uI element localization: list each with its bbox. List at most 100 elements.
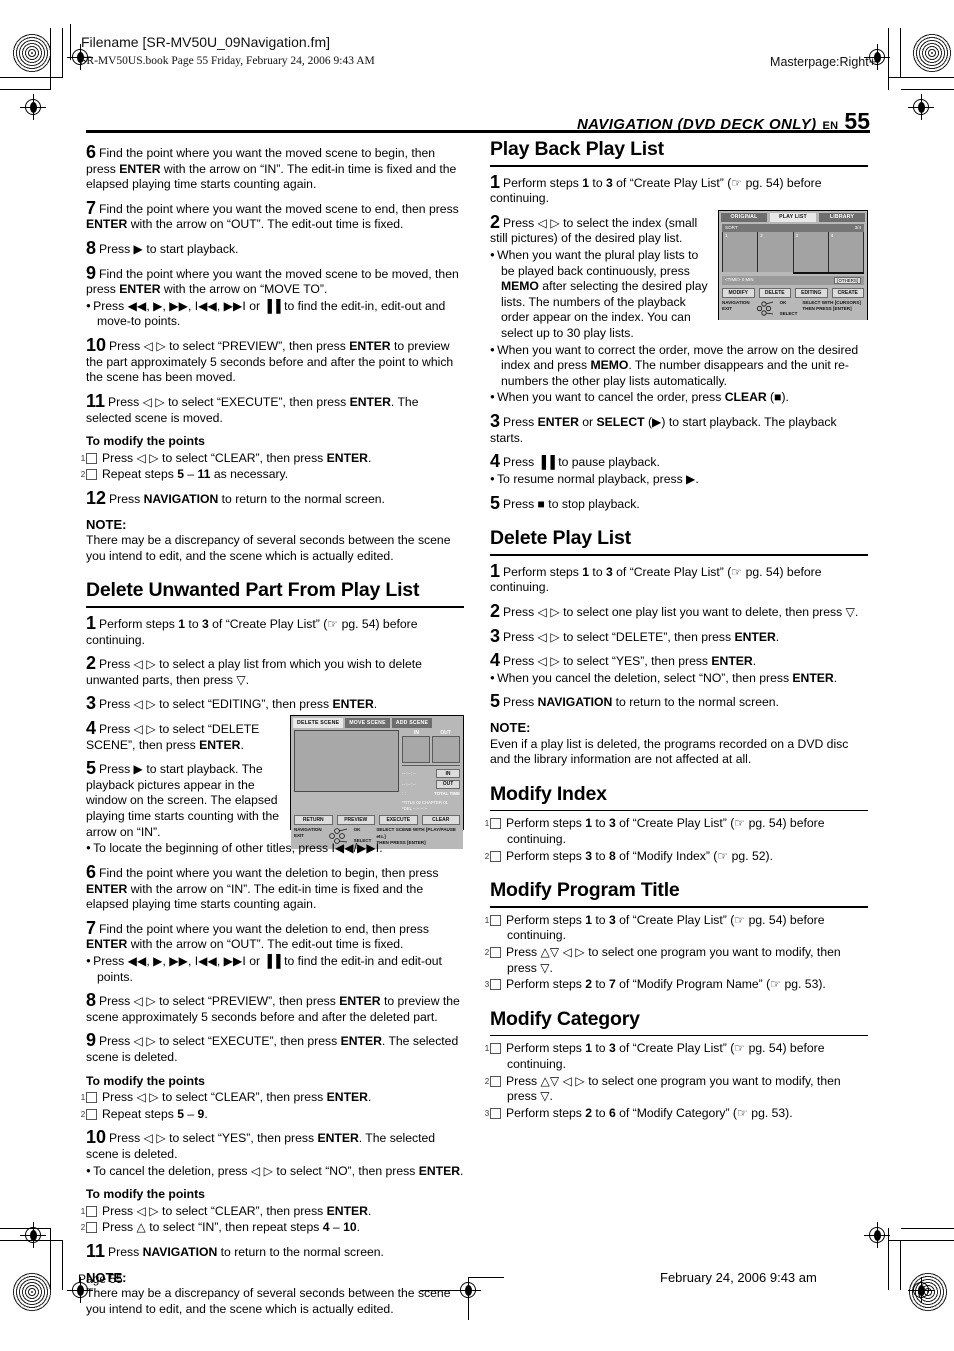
dpad-icon: [755, 300, 779, 318]
note-heading: NOTE:: [86, 1269, 127, 1285]
section-rule: [490, 1034, 868, 1037]
crop-line: [900, 1240, 901, 1290]
substep-text: Perform steps 1 to 3 of “Create Play Lis…: [506, 912, 825, 943]
crop-line: [62, 28, 63, 78]
figure-delete-button[interactable]: DELETE: [758, 288, 791, 298]
step-number: 10: [86, 335, 107, 356]
figure-chapter-info: *TITLE 02 CHAPTER 01 *DEL --:--:--:--: [402, 800, 460, 812]
figure-index-cells: 1 2 3 4: [722, 232, 864, 273]
figure-tab-library[interactable]: LIBRARY: [819, 212, 865, 223]
figure-create-button[interactable]: CREATE: [831, 288, 864, 298]
figure-play-list-screen: ORIGINAL PLAY LIST LIBRARY SORT 3/4 1 2 …: [718, 209, 868, 320]
substep-number: 1: [485, 1043, 501, 1055]
crop-line: [50, 28, 51, 90]
substep: 1 Perform steps 1 to 3 of “Create Play Li…: [485, 912, 868, 944]
figure-body: SORT 3/4 1 2 3 4 <TIME> 0 MIN [OTHERS]: [719, 222, 867, 287]
footer-date-label: February 24, 2006 9:43 am: [660, 1270, 817, 1285]
figure-exit-label: EXIT: [294, 833, 305, 839]
figure-editing-button[interactable]: EDITING: [795, 288, 828, 298]
step: 12 Press NAVIGATION to return to the norm…: [86, 489, 464, 508]
step-text: Press ◁ ▷ to select a play list from whi…: [86, 657, 422, 687]
figure-modify-button[interactable]: MODIFY: [722, 288, 755, 298]
substep: 1 Perform steps 1 to 3 of “Create Play Li…: [485, 816, 868, 847]
substep-text: Press △▽ ◁ ▷ to select one program you w…: [506, 1073, 841, 1104]
step-number: 8: [86, 238, 97, 259]
figure-time-row-in: --:--:-- IN: [402, 769, 460, 779]
step: 1 Perform steps 1 to 3 of “Create Play Li…: [86, 614, 464, 648]
figure-out-button[interactable]: OUT: [436, 779, 460, 790]
section-title-modify-index: Modify Index: [490, 782, 607, 805]
substep: 3 Perform steps 2 to 7 of “Modify Program…: [485, 977, 868, 993]
figure-main-row: IN OUT --:--:-- IN --:--:-- OUT:: TOTA…: [294, 729, 460, 812]
step-number: 6: [86, 861, 97, 882]
figure-sort-label[interactable]: SORT: [725, 225, 738, 231]
note-body: There may be a discrepancy of several se…: [86, 1286, 451, 1316]
substep-text: Perform steps 1 to 3 of “Create Play Lis…: [506, 816, 825, 846]
step-text: Press ▶ to start playback.: [99, 242, 239, 257]
figure-page-indicator: 3/4: [854, 225, 861, 231]
step-text: Press NAVIGATION to return to the normal…: [108, 1245, 384, 1260]
substep-number: 2: [81, 469, 97, 481]
step-number: 5: [490, 691, 501, 712]
step: 3 Press ◁ ▷ to select “DELETE”, then pres…: [490, 627, 868, 646]
step-text: Press ◁ ▷ to select one play list you wa…: [503, 604, 859, 619]
figure-preview-button[interactable]: PREVIEW: [336, 815, 375, 825]
modify-points-heading: To modify the points: [86, 1073, 205, 1088]
section-title-modify-category: Modify Category: [490, 1007, 640, 1030]
figure-index-cell[interactable]: 4: [828, 232, 864, 273]
step-number: 1: [490, 560, 501, 581]
bullet-item: When you cancel the deletion, select “NO…: [490, 671, 868, 687]
step-number: 9: [86, 262, 97, 283]
substep-number: 2: [485, 946, 501, 958]
step: 11 Press ◁ ▷ to select “EXECUTE”, then pr…: [86, 392, 464, 426]
step-text: Press NAVIGATION to return to the normal…: [503, 695, 779, 710]
figure-guide-text: SELECT WITH [CURSORS] THEN PRESS [ENTER]: [802, 300, 860, 313]
step-text: Perform steps 1 to 3 of “Create Play Lis…: [490, 175, 822, 206]
crop-line: [901, 1228, 954, 1229]
figure-thumbnails: [402, 736, 460, 764]
substep: 1 Press ◁ ▷ to select “CLEAR”, then press…: [81, 1204, 464, 1220]
step-text: Press ◁ ▷ to select “DELETE”, then press…: [503, 629, 780, 644]
substep-text: Perform steps 2 to 6 of “Modify Category…: [506, 1105, 793, 1120]
substep-text: Press △ to select “IN”, then repeat step…: [102, 1220, 361, 1235]
step-text: Find the point where you want the deleti…: [86, 921, 429, 952]
figure-total-time-value: : :: [402, 790, 407, 796]
figure-in-button[interactable]: IN: [436, 769, 460, 779]
substep-number: 1: [485, 914, 501, 926]
figure-tab-original[interactable]: ORIGINAL: [721, 212, 767, 223]
step-text: Press ■ to stop playback.: [503, 496, 640, 511]
bullet-item: To resume normal playback, press ▶.: [490, 472, 868, 488]
section-title-play-back-play-list: Play Back Play List: [490, 138, 664, 160]
figure-nav-exit-labels: NAVIGATION EXIT: [722, 300, 750, 313]
figure-index-cell[interactable]: 3: [793, 232, 829, 273]
figure-others-button[interactable]: [OTHERS]: [834, 276, 861, 285]
figure-guide-text: SELECT SCENE WITH [PLAY/PAUSE etc.] THEN…: [376, 827, 460, 847]
step: 6 Find the point where you want the moved…: [86, 143, 464, 193]
step-text: Perform steps 1 to 3 of “Create Play Lis…: [86, 616, 418, 647]
figure-tab-add-scene[interactable]: ADD SCENE: [391, 718, 433, 728]
figure-clear-button[interactable]: CLEAR: [421, 815, 460, 825]
figure-return-button[interactable]: RETURN: [294, 815, 333, 825]
figure-execute-button[interactable]: EXECUTE: [379, 815, 418, 825]
step: 1 Perform steps 1 to 3 of “Create Play Li…: [490, 562, 868, 596]
section-title-delete-unwanted-part: Delete Unwanted Part From Play List: [86, 579, 420, 602]
step-number: 5: [86, 758, 97, 779]
step: 11 Press NAVIGATION to return to the norm…: [86, 1242, 464, 1261]
step-number: 1: [86, 612, 97, 633]
figure-index-cell[interactable]: 2: [758, 232, 794, 273]
figure-thumb-out: [432, 736, 460, 764]
crop-line: [889, 77, 954, 78]
book-info-line: SR-MV50US.book Page 55 Friday, February …: [80, 55, 375, 67]
step-number: 2: [86, 653, 97, 674]
figure-tab-move-scene[interactable]: MOVE SCENE: [345, 718, 390, 728]
figure-index-cell[interactable]: 1: [722, 232, 759, 273]
bullet-item: To cancel the deletion, press ◁ ▷ to sel…: [86, 1164, 464, 1180]
step-text: Press ENTER or SELECT (▶) to start playb…: [490, 415, 837, 445]
figure-time-rows: --:--:-- IN --:--:-- OUT : : TOTAL TIME: [402, 769, 460, 797]
step: 7 Find the point where you want the delet…: [86, 919, 464, 953]
figure-tab-delete-scene[interactable]: DELETE SCENE: [293, 718, 344, 728]
figure-tab-play-list[interactable]: PLAY LIST: [770, 212, 816, 223]
step-number: 11: [86, 390, 106, 411]
step: 5 Press ■ to stop playback.: [490, 494, 868, 513]
bullet-item: Press ◀◀, ▶, ▶▶, I◀◀, ▶▶I or ▐▐ to find …: [86, 954, 464, 985]
